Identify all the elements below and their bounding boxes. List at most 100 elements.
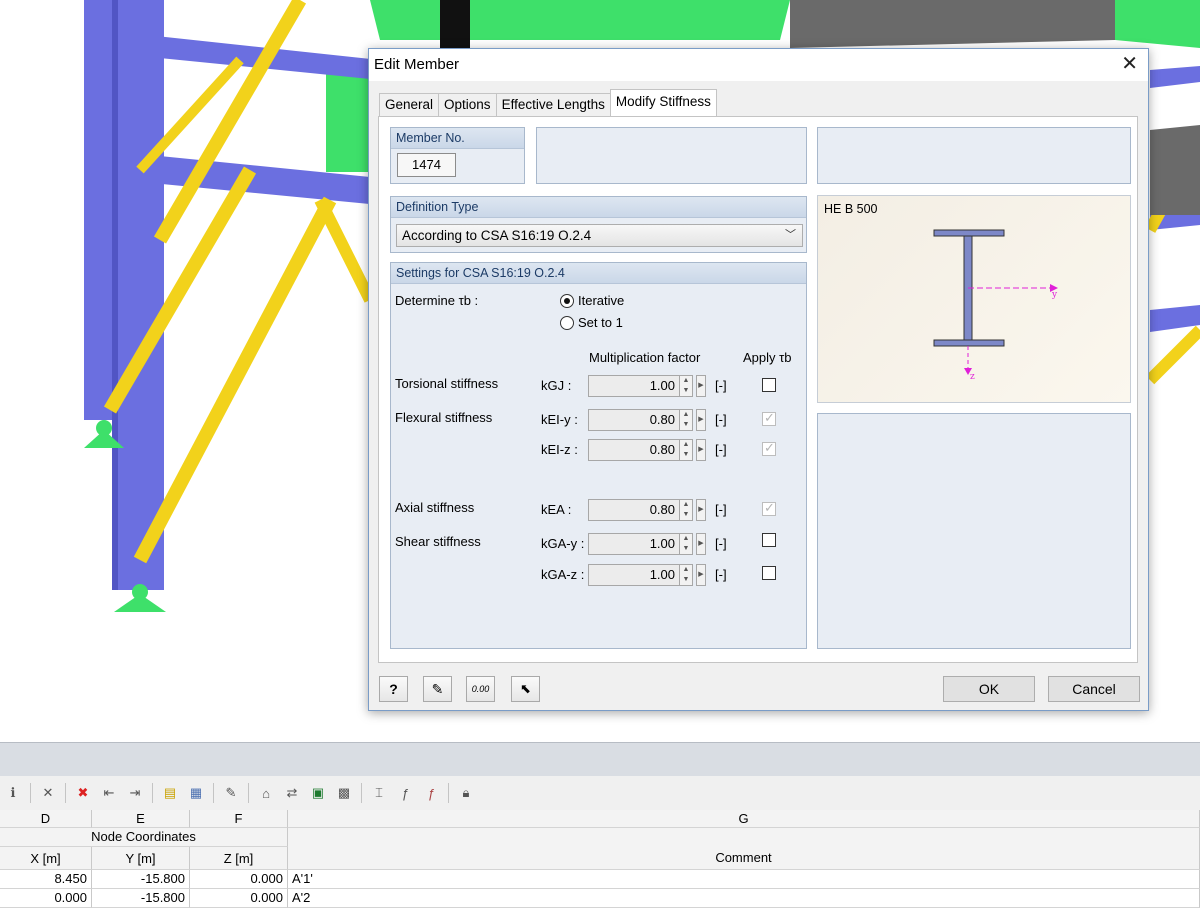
table-cell[interactable]: 0.000 <box>190 889 288 908</box>
kei-z-arrow-button[interactable]: ▶ <box>696 439 706 461</box>
link-icon[interactable]: ⇄ <box>281 782 303 804</box>
kga-z-input[interactable]: 1.00 <box>588 564 680 586</box>
kea-spinner[interactable]: ▲ ▼ <box>679 499 693 521</box>
radio-set-to-1[interactable] <box>560 316 574 330</box>
col-letter[interactable]: F <box>190 810 288 828</box>
edit-icon: ✎ <box>431 680 444 697</box>
kgj-arrow-button[interactable]: ▶ <box>696 375 706 397</box>
apply-kga-z-checkbox[interactable] <box>762 566 776 580</box>
table-toolbar: ℹ ✕ ✖ ⇤ ⇥ ▤ ▦ ✎ ⌂ ⇄ ▣ ▩ ⌶ ƒ ƒ 🔒︎ <box>0 776 1200 811</box>
table-cell[interactable]: 0.000 <box>0 889 92 908</box>
import-icon[interactable]: ⌂ <box>255 782 277 804</box>
delete-row-icon[interactable]: ✖ <box>72 782 94 804</box>
chevron-down-icon: ﹀ <box>785 229 796 241</box>
unit-label: [-] <box>715 442 727 457</box>
select-graphically-button[interactable]: ⬉ <box>511 676 540 702</box>
definition-type-value: According to CSA S16:19 O.2.4 <box>402 228 592 243</box>
table-cell[interactable]: -15.800 <box>92 870 190 889</box>
secondary-preview-box <box>817 413 1131 649</box>
column <box>84 0 112 420</box>
apply-kgj-checkbox[interactable] <box>762 378 776 392</box>
info-box <box>536 127 807 184</box>
kea-arrow-button[interactable]: ▶ <box>696 499 706 521</box>
tab-modify-stiffness[interactable]: Modify Stiffness <box>609 89 717 116</box>
tab-options[interactable]: Options <box>438 93 497 116</box>
table-grid-icon[interactable]: ▦ <box>185 782 207 804</box>
insert-row-icon[interactable]: ⇤ <box>98 782 120 804</box>
help-icon: ? <box>389 681 398 697</box>
toolbar-separator <box>248 783 249 803</box>
row-label-flexural: Flexural stiffness <box>395 410 493 425</box>
close-icon[interactable]: ✕ <box>1121 52 1138 76</box>
apply-kea-checkbox <box>762 500 776 516</box>
tab-general[interactable]: General <box>379 93 440 116</box>
kgj-spinner[interactable]: ▲ ▼ <box>679 375 693 397</box>
radio-iterative-label[interactable]: Iterative <box>578 293 624 308</box>
unit-label: [-] <box>715 502 727 517</box>
tab-effective-lengths[interactable]: Effective Lengths <box>495 93 611 116</box>
kgj-input[interactable]: 1.00 <box>588 375 680 397</box>
kga-z-arrow-button[interactable]: ▶ <box>696 564 706 586</box>
kei-y-spinner[interactable]: ▲ ▼ <box>679 409 693 431</box>
apply-kga-y-checkbox[interactable] <box>762 533 776 547</box>
kei-z-input[interactable]: 0.80 <box>588 439 680 461</box>
calculator-icon[interactable]: ▩ <box>333 782 355 804</box>
lock-icon[interactable]: 🔒︎ <box>455 782 477 804</box>
member-no-field[interactable]: 1474 <box>397 153 456 177</box>
axis-z-label: z <box>970 372 975 382</box>
settings-label: Settings for CSA S16:19 O.2.4 <box>391 263 806 284</box>
help-button[interactable]: ? <box>379 676 408 702</box>
edit-icon[interactable]: ✎ <box>220 782 242 804</box>
excel-icon[interactable]: ▣ <box>307 782 329 804</box>
symbol-kea: kEA : <box>541 502 572 517</box>
green-panel <box>1115 0 1200 48</box>
col-letter[interactable]: G <box>288 810 1200 828</box>
table-cell[interactable]: 0.000 <box>190 870 288 889</box>
table-cell[interactable]: A'2 <box>288 889 1200 908</box>
toolbar-separator <box>448 783 449 803</box>
table-icon[interactable]: ▤ <box>159 782 181 804</box>
toolbar-separator <box>152 783 153 803</box>
kei-y-arrow-button[interactable]: ▶ <box>696 409 706 431</box>
function-icon[interactable]: ƒ <box>394 782 416 804</box>
table-cell[interactable]: 8.450 <box>0 870 92 889</box>
symbol-kei-z: kEI-z : <box>541 442 578 457</box>
kga-y-arrow-button[interactable]: ▶ <box>696 533 706 555</box>
definition-type-select[interactable]: According to CSA S16:19 O.2.4 ﹀ <box>396 224 803 247</box>
determine-tb-label: Determine τb : <box>395 293 479 308</box>
kea-input[interactable]: 0.80 <box>588 499 680 521</box>
table-cell[interactable]: A'1' <box>288 870 1200 889</box>
row-label-shear: Shear stiffness <box>395 534 481 549</box>
kga-z-spinner[interactable]: ▲ ▼ <box>679 564 693 586</box>
row-label-axial: Axial stiffness <box>395 500 475 515</box>
table-cell[interactable]: -15.800 <box>92 889 190 908</box>
kei-z-spinner[interactable]: ▲ ▼ <box>679 439 693 461</box>
tab-bar: General Options Effective Lengths Modify… <box>379 89 717 116</box>
col-letter[interactable]: E <box>92 810 190 828</box>
units-decimals-button[interactable]: 0.00 <box>466 676 495 702</box>
col-letter[interactable]: D <box>0 810 92 828</box>
unit-label: [-] <box>715 567 727 582</box>
delete-icon[interactable]: ✕ <box>37 782 59 804</box>
kga-y-spinner[interactable]: ▲ ▼ <box>679 533 693 555</box>
symbol-kga-y: kGA-y : <box>541 536 585 551</box>
radio-set-to-1-label[interactable]: Set to 1 <box>578 315 623 330</box>
append-row-icon[interactable]: ⇥ <box>124 782 146 804</box>
toolbar-separator <box>65 783 66 803</box>
function-delete-icon[interactable]: ƒ <box>420 782 442 804</box>
multiplication-factor-header: Multiplication factor <box>589 350 701 365</box>
info-box-right <box>817 127 1131 184</box>
column-header-x: X [m] <box>0 847 92 870</box>
text-edit-icon[interactable]: ⌶ <box>368 782 390 804</box>
symbol-kga-z: kGA-z : <box>541 567 585 582</box>
ok-button[interactable]: OK <box>943 676 1035 702</box>
column-header-y: Y [m] <box>92 847 190 870</box>
kei-y-input[interactable]: 0.80 <box>588 409 680 431</box>
radio-iterative[interactable] <box>560 294 574 308</box>
edit-notes-button[interactable]: ✎ <box>423 676 452 702</box>
kga-y-input[interactable]: 1.00 <box>588 533 680 555</box>
dialog-title: Edit Member <box>374 56 460 73</box>
info-icon[interactable]: ℹ <box>2 782 24 804</box>
cancel-button[interactable]: Cancel <box>1048 676 1140 702</box>
unit-label: [-] <box>715 536 727 551</box>
